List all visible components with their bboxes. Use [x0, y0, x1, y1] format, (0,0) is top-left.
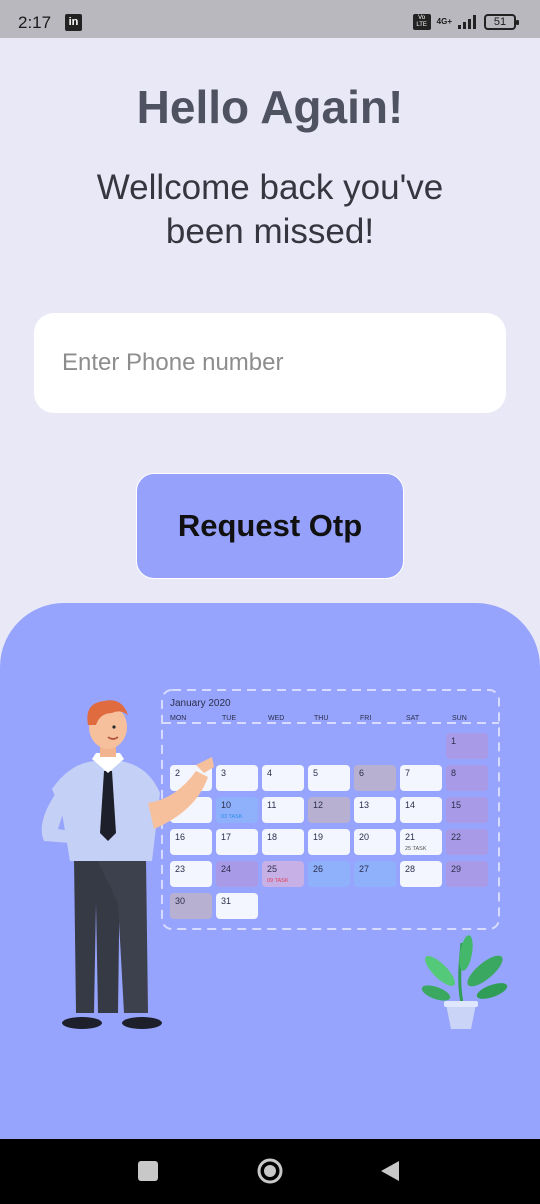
calendar-day-number: 30: [175, 896, 185, 906]
weekday-label: MON: [170, 715, 186, 722]
network-label: 4G+: [436, 17, 452, 26]
calendar-day-number: 25: [267, 864, 277, 874]
calendar-day-cell: 5: [308, 765, 350, 791]
status-time: 2:17: [18, 13, 52, 32]
page-title: Hello Again!: [136, 81, 404, 133]
back-button[interactable]: [370, 1153, 410, 1189]
calendar-day-note: 25 TASK: [405, 846, 427, 852]
calendar-day-number: 27: [359, 864, 369, 874]
calendar-day-cell: 10 03 TASK: [216, 797, 258, 823]
status-bar: 2:17 in Vo LTE 4G+ 51: [0, 0, 540, 38]
calendar-day-cell: 24: [216, 861, 258, 887]
calendar-day-cell: 31: [216, 893, 258, 919]
triangle-back-icon: [381, 1161, 399, 1181]
calendar-day-number: 14: [405, 800, 415, 810]
calendar-day-cell: 14: [400, 797, 442, 823]
calendar-day-cell: 13: [354, 797, 396, 823]
calendar-day-cell: 17: [216, 829, 258, 855]
calendar-day-number: 12: [313, 800, 323, 810]
calendar-day-number: 16: [175, 832, 185, 842]
weekday-label: WED: [268, 715, 284, 722]
navigation-bar: [0, 1139, 540, 1204]
calendar-day-number: 7: [405, 768, 410, 778]
calendar-day-number: 6: [359, 768, 364, 778]
calendar-day-cell: 16: [170, 829, 212, 855]
plant-illustration: [421, 935, 508, 1029]
calendar-day-cell: 4: [262, 765, 304, 791]
calendar-day-number: 22: [451, 832, 461, 842]
request-otp-button[interactable]: Request Otp: [136, 473, 404, 579]
calendar-day-cell: 22: [446, 829, 488, 855]
calendar-day-number: 8: [451, 768, 456, 778]
calendar-day-cell: 19: [308, 829, 350, 855]
calendar-day-number: 17: [221, 832, 231, 842]
illustration-panel: January 2020 MON TUE WED THU FRI SAT SUN 12345…: [0, 603, 540, 1139]
calendar-day-cell: 12: [308, 797, 350, 823]
calendar-day-number: 31: [221, 896, 231, 906]
circle-home-icon: [257, 1158, 283, 1184]
calendar-day-number: 15: [451, 800, 461, 810]
calendar-day-number: 4: [267, 768, 272, 778]
calendar-month-label: January 2020: [170, 698, 231, 709]
calendar-day-number: 21: [405, 832, 415, 842]
calendar-day-cell: 21 25 TASK: [400, 829, 442, 855]
status-indicators: Vo LTE 4G+ 51: [412, 14, 519, 30]
calendar-day-cell: 30: [170, 893, 212, 919]
square-icon: [138, 1161, 158, 1181]
battery-icon: 51: [484, 14, 519, 30]
calendar-weekdays: MON TUE WED THU FRI SAT SUN: [170, 715, 467, 722]
calendar-illustration: January 2020 MON TUE WED THU FRI SAT SUN 12 3 4 5…: [41, 689, 508, 1029]
calendar-days: 1234567891003 TASK1112131415161718192021…: [170, 733, 488, 919]
weekday-label: FRI: [360, 715, 371, 722]
calendar-day-cell: 18: [262, 829, 304, 855]
volte-icon: Vo LTE: [412, 14, 431, 30]
calendar-day-number: 20: [359, 832, 369, 842]
calendar-day-number: 2: [175, 768, 180, 778]
calendar-day-cell: 23: [170, 861, 212, 887]
calendar-day-note: 03 TASK: [221, 814, 243, 820]
calendar-day-number: 13: [359, 800, 369, 810]
home-button[interactable]: [250, 1153, 290, 1189]
calendar-day-cell: 3: [216, 765, 258, 791]
calendar-day-number: 26: [313, 864, 323, 874]
signal-icon: [458, 15, 476, 29]
weekday-label: TUE: [222, 715, 236, 722]
calendar-day-number: 28: [405, 864, 415, 874]
calendar-day-number: 18: [267, 832, 277, 842]
calendar-day-note: 09 TASK: [267, 878, 289, 884]
calendar-day-number: 5: [313, 768, 318, 778]
weekday-label: THU: [314, 715, 328, 722]
calendar-day-cell: 26: [308, 861, 350, 887]
calendar-day-cell: 11: [262, 797, 304, 823]
calendar-day-cell: 27: [354, 861, 396, 887]
phone-number-input[interactable]: [34, 313, 506, 413]
calendar-day-cell: 6: [354, 765, 396, 791]
calendar-day-number: 29: [451, 864, 461, 874]
weekday-label: SAT: [406, 715, 420, 722]
calendar-day-cell: 1: [446, 733, 488, 759]
calendar-day-number: 10: [221, 800, 231, 810]
calendar-day-cell: 25 09 TASK: [262, 861, 304, 887]
calendar-day-cell: 7: [400, 765, 442, 791]
calendar-day-number: 19: [313, 832, 323, 842]
calendar-day-number: 11: [267, 800, 276, 810]
weekday-label: SUN: [452, 715, 467, 722]
calendar-day-number: 1: [451, 736, 456, 746]
calendar-day-number: 24: [221, 864, 231, 874]
calendar-day-cell: 8: [446, 765, 488, 791]
page-subtitle: Wellcome back you've been missed!: [96, 168, 444, 251]
calendar-day-number: 23: [175, 864, 185, 874]
linkedin-icon: in: [65, 14, 82, 31]
calendar-day-cell: 28: [400, 861, 442, 887]
recents-button[interactable]: [128, 1153, 168, 1189]
calendar-day-number: 3: [221, 768, 226, 778]
calendar-day-cell: 29: [446, 861, 488, 887]
calendar-day-cell: 20: [354, 829, 396, 855]
calendar-day-cell: 15: [446, 797, 488, 823]
